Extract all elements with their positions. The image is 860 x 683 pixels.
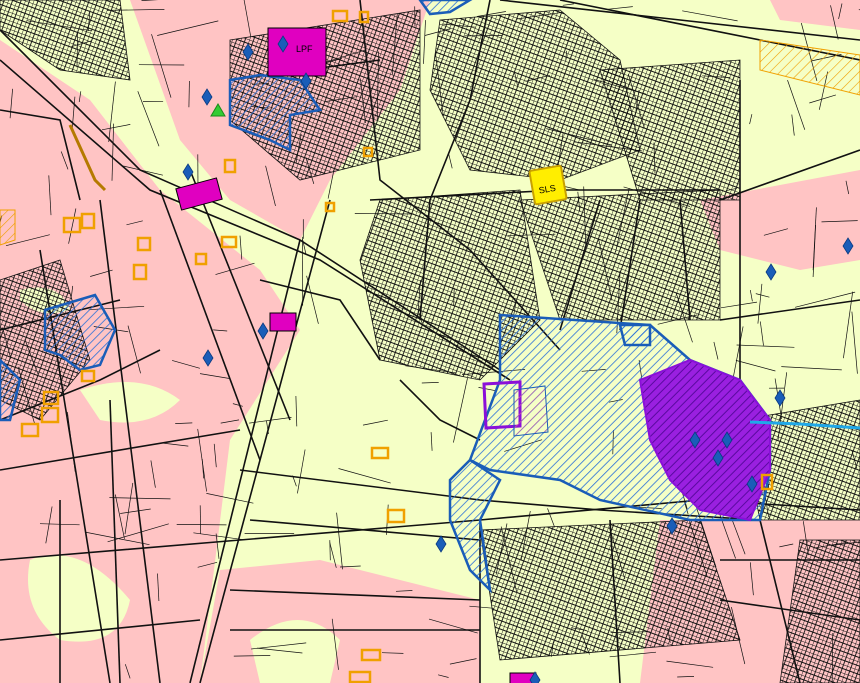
parcel-line [453, 287, 455, 306]
magenta-block-label: LPF [296, 44, 313, 54]
map-view[interactable]: LPF SLS [0, 0, 860, 683]
magenta-block [269, 312, 297, 332]
parcel-line [176, 524, 227, 526]
parcel-line [188, 80, 190, 108]
built-up-area-south [479, 519, 741, 661]
blue-zone-small [618, 323, 652, 347]
map-canvas[interactable]: LPF SLS [0, 0, 860, 683]
pink-hatch-block [513, 385, 549, 437]
orange-hatched-area [0, 209, 16, 246]
